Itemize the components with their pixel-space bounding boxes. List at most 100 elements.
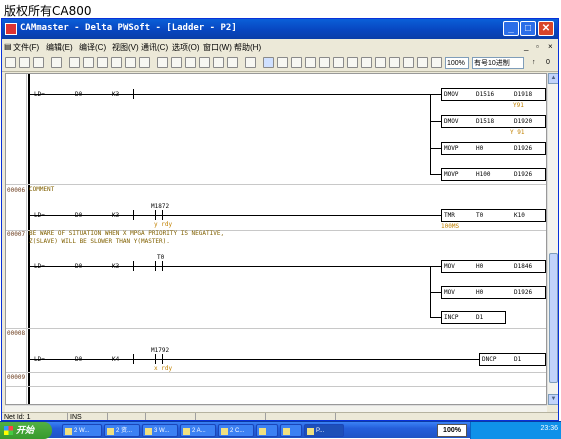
- replace-icon[interactable]: [139, 57, 150, 68]
- contact-bar: [155, 210, 156, 220]
- scroll-thumb[interactable]: [549, 253, 558, 383]
- save-icon[interactable]: [33, 57, 44, 68]
- start-button[interactable]: 开始: [0, 422, 52, 439]
- rising-contact-icon[interactable]: [305, 57, 316, 68]
- hline-icon[interactable]: [389, 57, 400, 68]
- branch-wire: [430, 94, 431, 174]
- taskbar-item-active[interactable]: P...: [304, 424, 344, 437]
- contact-device[interactable]: T0: [157, 254, 164, 261]
- instr-op1: D1516: [476, 91, 495, 98]
- contact-bar: [133, 261, 134, 271]
- title-bar[interactable]: CAMmaster - Delta PWSoft - [Ladder - P2]…: [2, 19, 558, 39]
- instruction-box[interactable]: DNCP D1: [479, 353, 546, 366]
- instr-op2: K10: [514, 212, 525, 219]
- instr-op1: D1: [514, 356, 522, 363]
- mdi-minimize-button[interactable]: _: [524, 42, 528, 51]
- taskbar-zoom[interactable]: 100%: [437, 424, 467, 437]
- menu-view[interactable]: 视图(V): [112, 42, 139, 53]
- status-segment: [108, 413, 146, 420]
- monitor-icon[interactable]: [199, 57, 210, 68]
- toolbar-zero-button[interactable]: 0: [546, 59, 550, 66]
- upload-icon[interactable]: [171, 57, 182, 68]
- system-tray: 23:36: [470, 422, 561, 439]
- ladder-editor[interactable]: LD= D0 K3 DMOV D1516 D1918 Y91 DMOV D151…: [5, 73, 547, 405]
- zoom-select[interactable]: 100%: [445, 57, 469, 69]
- instruction-box[interactable]: INCP D1: [441, 311, 506, 324]
- menu-options[interactable]: 选项(O): [172, 42, 200, 53]
- instruction-box[interactable]: TMR T0 K10: [441, 209, 546, 222]
- run-icon[interactable]: [213, 57, 224, 68]
- vline-icon[interactable]: [403, 57, 414, 68]
- open-icon[interactable]: [19, 57, 30, 68]
- status-segment: [266, 413, 336, 420]
- wire: [30, 266, 441, 267]
- taskbar-item[interactable]: 3 W...: [142, 424, 178, 437]
- instruction-box[interactable]: MOVP H0 D1926: [441, 142, 546, 155]
- taskbar-item[interactable]: 2 C...: [218, 424, 254, 437]
- menu-help[interactable]: 帮助(H): [234, 42, 261, 53]
- compile-icon[interactable]: [157, 57, 168, 68]
- instr-op1: T0: [476, 212, 484, 219]
- paste-icon[interactable]: [97, 57, 108, 68]
- cut-icon[interactable]: [69, 57, 80, 68]
- row-number: 00009: [7, 374, 26, 381]
- instr-name: MOV: [444, 289, 455, 296]
- menu-compile[interactable]: 编译(C): [79, 42, 106, 53]
- taskbar-item[interactable]: 2 W...: [62, 424, 102, 437]
- coil-icon[interactable]: [333, 57, 344, 68]
- menu-edit[interactable]: 编辑(E): [46, 42, 73, 53]
- menu-file[interactable]: 文件(F): [13, 42, 39, 53]
- nc-contact-icon[interactable]: [291, 57, 302, 68]
- taskbar-item[interactable]: [256, 424, 278, 437]
- download-icon[interactable]: [185, 57, 196, 68]
- set-coil-icon[interactable]: [347, 57, 358, 68]
- menu-window[interactable]: 窗口(W): [203, 42, 232, 53]
- pointer-icon[interactable]: [263, 57, 274, 68]
- instr-name: DMOV: [444, 118, 459, 125]
- instruction-box[interactable]: DMOV D1516 D1918: [441, 88, 546, 101]
- contact-device[interactable]: M1792: [151, 347, 169, 354]
- more-icon[interactable]: [245, 57, 256, 68]
- minimize-button[interactable]: _: [503, 21, 519, 36]
- app-icon: [5, 23, 17, 35]
- scroll-up-icon[interactable]: ▲: [548, 73, 558, 84]
- wire: [30, 359, 480, 360]
- close-button[interactable]: ✕: [538, 21, 554, 36]
- mdi-close-button[interactable]: ×: [548, 42, 553, 51]
- maximize-button[interactable]: □: [520, 21, 536, 36]
- comment-icon[interactable]: [431, 57, 442, 68]
- copy-icon[interactable]: [83, 57, 94, 68]
- taskbar-item[interactable]: [280, 424, 302, 437]
- instr-op2: D1918: [514, 91, 533, 98]
- reset-coil-icon[interactable]: [361, 57, 372, 68]
- no-contact-icon[interactable]: [277, 57, 288, 68]
- instr-op2: D1846: [514, 263, 533, 270]
- instruction-box[interactable]: DMOV D1518 D1920: [441, 115, 546, 128]
- mdi-doc-icon[interactable]: ▤: [4, 42, 12, 51]
- mdi-restore-button[interactable]: ▫: [536, 42, 539, 51]
- status-bar: Net Id: 1 INS: [2, 412, 558, 420]
- toolbar-up-icon[interactable]: ↑: [532, 59, 536, 66]
- delete-line-icon[interactable]: [417, 57, 428, 68]
- vertical-scrollbar[interactable]: ▲ ▼: [547, 73, 558, 405]
- radix-select[interactable]: 有号10进制: [472, 57, 524, 69]
- new-icon[interactable]: [5, 57, 16, 68]
- menu-comm[interactable]: 通讯(C): [141, 42, 168, 53]
- contact-device[interactable]: M1872: [151, 203, 169, 210]
- instr-name: MOVP: [444, 171, 459, 178]
- print-icon[interactable]: [51, 57, 62, 68]
- find-icon[interactable]: [125, 57, 136, 68]
- falling-contact-icon[interactable]: [319, 57, 330, 68]
- page-caption: 版权所有CA800: [4, 4, 92, 18]
- taskbar-item[interactable]: 2 资...: [104, 424, 140, 437]
- stop-icon[interactable]: [227, 57, 238, 68]
- instruction-box[interactable]: MOVP H100 D1926: [441, 168, 546, 181]
- scroll-down-icon[interactable]: ▼: [548, 394, 558, 405]
- contact-bar: [155, 261, 156, 271]
- instruction-box[interactable]: MOV H0 D1846: [441, 260, 546, 273]
- instruction-box[interactable]: MOV H0 D1926: [441, 286, 546, 299]
- instruction-icon[interactable]: [375, 57, 386, 68]
- instr-op1: D1: [476, 314, 484, 321]
- taskbar-item[interactable]: 2 A...: [180, 424, 216, 437]
- undo-icon[interactable]: [111, 57, 122, 68]
